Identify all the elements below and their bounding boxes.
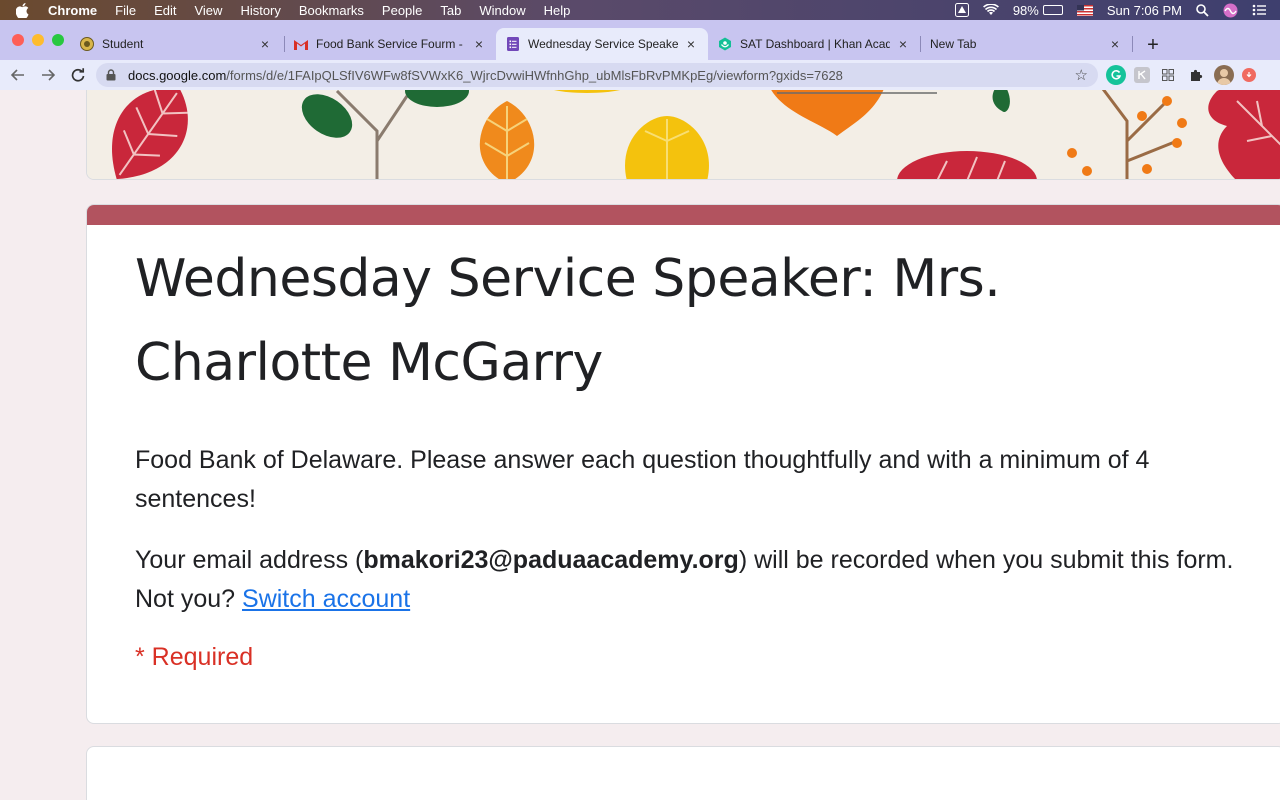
window-controls <box>12 34 64 46</box>
tab-title: Food Bank Service Fourm - bm <box>316 37 466 51</box>
close-tab-icon[interactable]: × <box>896 36 910 52</box>
bookmark-star-icon[interactable]: ☆ <box>1075 66 1088 84</box>
address-bar[interactable]: docs.google.com/forms/d/e/1FAIpQLSfIV6WF… <box>96 63 1098 87</box>
gmail-icon <box>294 37 308 51</box>
form-accent-bar <box>87 205 1280 225</box>
email-notice-prefix: Your email address ( <box>135 546 364 574</box>
zoom-window-button[interactable] <box>52 34 64 46</box>
close-tab-icon[interactable]: × <box>684 36 698 52</box>
profile-avatar[interactable] <box>1214 65 1234 85</box>
tab-title: Student <box>102 37 144 51</box>
google-forms-icon <box>506 37 520 51</box>
battery-percent: 98% <box>1012 2 1039 18</box>
reload-icon[interactable] <box>66 63 90 87</box>
extensions-area <box>1106 65 1256 85</box>
question-card <box>86 746 1280 800</box>
tab-title: SAT Dashboard | Khan Academ <box>740 37 890 51</box>
menu-view[interactable]: View <box>194 3 222 18</box>
khan-academy-icon <box>718 37 732 51</box>
menu-help[interactable]: Help <box>544 3 571 18</box>
required-note: * Required <box>135 643 254 671</box>
menu-chrome[interactable]: Chrome <box>48 3 97 18</box>
spotlight-icon[interactable] <box>1196 3 1209 17</box>
lock-icon[interactable] <box>106 69 120 81</box>
minimize-window-button[interactable] <box>32 34 44 46</box>
battery-icon <box>1042 5 1063 15</box>
close-tab-icon[interactable]: × <box>472 36 486 52</box>
grid-extension-icon[interactable] <box>1158 65 1178 85</box>
back-arrow-icon[interactable] <box>6 63 30 87</box>
menu-file[interactable]: File <box>115 3 136 18</box>
wifi-icon[interactable] <box>982 4 999 16</box>
menu-edit[interactable]: Edit <box>154 3 176 18</box>
form-header-card: Wednesday Service Speaker: Mrs. Charlott… <box>86 204 1280 724</box>
grammarly-icon[interactable] <box>1106 65 1126 85</box>
tab-student[interactable]: Student × <box>70 28 282 60</box>
forward-arrow-icon[interactable] <box>36 63 60 87</box>
menu-bookmarks[interactable]: Bookmarks <box>299 3 364 18</box>
page-viewport[interactable]: Wednesday Service Speaker: Mrs. Charlott… <box>0 90 1280 800</box>
user-email: bmakori23@paduaacademy.org <box>363 546 739 574</box>
browser-toolbar: docs.google.com/forms/d/e/1FAIpQLSfIV6WF… <box>0 60 1280 90</box>
close-tab-icon[interactable]: × <box>258 36 272 52</box>
close-window-button[interactable] <box>12 34 24 46</box>
autumn-leaves-header-image <box>86 90 1280 180</box>
switch-account-link[interactable]: Switch account <box>242 585 410 613</box>
reader-extension-icon[interactable] <box>1134 67 1150 83</box>
tab-strip: Student × Food Bank Service Fourm - bm ×… <box>0 20 1280 60</box>
menu-history[interactable]: History <box>240 3 280 18</box>
adblock-icon[interactable] <box>1242 68 1256 82</box>
tab-new-tab[interactable]: New Tab × <box>920 28 1132 60</box>
menu-tab[interactable]: Tab <box>440 3 461 18</box>
drive-icon[interactable] <box>954 3 969 17</box>
url-path: /forms/d/e/1FAIpQLSfIV6WFw8fSVWxK6_WjrcD… <box>226 67 843 83</box>
tab-khan-academy[interactable]: SAT Dashboard | Khan Academ × <box>708 28 920 60</box>
url-host: docs.google.com <box>128 67 227 83</box>
tab-title: Wednesday Service Speaker: M <box>528 37 678 51</box>
control-center-icon[interactable] <box>1252 4 1266 16</box>
tab-title: New Tab <box>930 37 977 51</box>
siri-icon[interactable] <box>1223 3 1238 18</box>
macos-menubar: Chrome File Edit View History Bookmarks … <box>0 0 1280 20</box>
close-tab-icon[interactable]: × <box>1108 36 1122 52</box>
form-description: Food Bank of Delaware. Please answer eac… <box>135 446 1150 513</box>
new-tab-plus-icon[interactable]: + <box>1143 34 1163 57</box>
form-title: Wednesday Service Speaker: Mrs. Charlott… <box>135 249 1001 393</box>
email-notice: Your email address (bmakori23@paduaacade… <box>135 541 1275 619</box>
us-flag-icon[interactable] <box>1076 4 1093 16</box>
battery-status[interactable]: 98% <box>1013 3 1063 18</box>
menu-window[interactable]: Window <box>479 3 525 18</box>
tab-gmail[interactable]: Food Bank Service Fourm - bm × <box>284 28 496 60</box>
menubar-clock[interactable]: Sun 7:06 PM <box>1107 3 1182 18</box>
extensions-puzzle-icon[interactable] <box>1186 65 1206 85</box>
menu-people[interactable]: People <box>382 3 422 18</box>
tab-google-form[interactable]: Wednesday Service Speaker: M × <box>496 28 708 60</box>
student-globe-icon <box>80 37 94 51</box>
apple-icon[interactable] <box>16 2 32 18</box>
